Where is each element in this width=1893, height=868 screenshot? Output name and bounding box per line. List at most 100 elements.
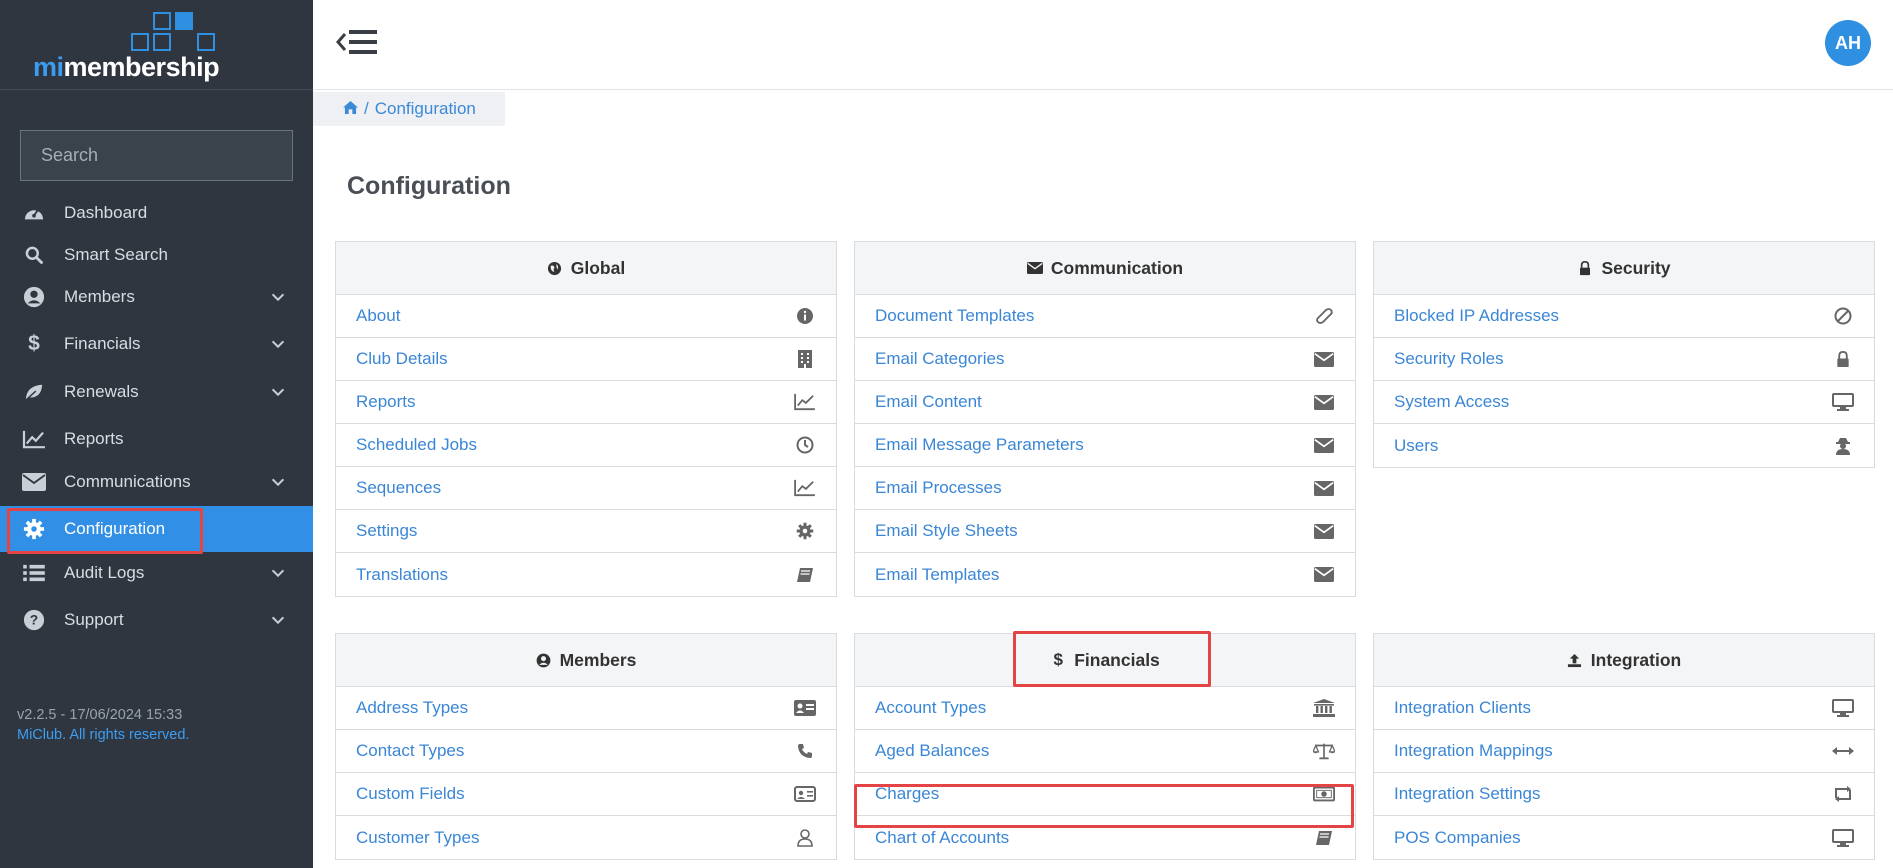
search-input[interactable] xyxy=(41,145,273,166)
nav-reports[interactable]: Reports xyxy=(0,416,313,462)
copyright-link[interactable]: MiClub. All rights reserved. xyxy=(17,727,189,743)
config-link-email-content[interactable]: Email Content xyxy=(855,381,1355,424)
config-link-sequences[interactable]: Sequences xyxy=(336,467,836,510)
svg-text:?: ? xyxy=(30,613,38,628)
nav-dashboard[interactable]: Dashboard xyxy=(0,190,313,236)
config-link-email-processes[interactable]: Email Processes xyxy=(855,467,1355,510)
panel-financials: $ Financials Account Types Aged Balances… xyxy=(854,633,1356,860)
desktop-icon xyxy=(1832,698,1854,718)
upload-icon xyxy=(1567,652,1583,668)
gear-icon xyxy=(22,518,46,540)
panel-header: Communication xyxy=(855,242,1355,295)
panel-header: Integration xyxy=(1374,634,1874,687)
line-chart-icon xyxy=(794,478,816,498)
nav-label: Support xyxy=(64,610,124,629)
config-link-contact-types[interactable]: Contact Types xyxy=(336,730,836,773)
logo-square xyxy=(131,33,149,51)
config-link-chart-of-accounts[interactable]: Chart of Accounts xyxy=(855,816,1355,859)
menu-toggle-icon[interactable] xyxy=(335,24,381,60)
desktop-icon xyxy=(1832,392,1854,412)
config-link-translations[interactable]: Translations xyxy=(336,553,836,596)
chevron-down-icon xyxy=(271,293,285,302)
id-card-icon xyxy=(794,784,816,804)
config-link-integration-mappings[interactable]: Integration Mappings xyxy=(1374,730,1874,773)
chevron-down-icon xyxy=(271,478,285,487)
config-link-pos-companies[interactable]: POS Companies xyxy=(1374,816,1874,859)
line-chart-icon xyxy=(794,392,816,412)
nav-configuration[interactable]: Configuration xyxy=(0,506,313,552)
envelope-icon xyxy=(1313,565,1335,585)
config-link-aged-balances[interactable]: Aged Balances xyxy=(855,730,1355,773)
version-text: v2.2.5 - 17/06/2024 15:33 xyxy=(17,707,183,723)
balance-scale-icon xyxy=(1313,741,1335,761)
user-secret-icon xyxy=(1832,436,1854,456)
panel-communication: Communication Document Templates Email C… xyxy=(854,241,1356,597)
config-link-address-types[interactable]: Address Types xyxy=(336,687,836,730)
config-link-system-access[interactable]: System Access xyxy=(1374,381,1874,424)
config-link-scheduled-jobs[interactable]: Scheduled Jobs xyxy=(336,424,836,467)
phone-icon xyxy=(794,741,816,761)
config-link-email-message-parameters[interactable]: Email Message Parameters xyxy=(855,424,1355,467)
nav-label: Communications xyxy=(64,472,191,491)
panel-header: Security xyxy=(1374,242,1874,295)
page-title: Configuration xyxy=(347,172,511,200)
nav-label: Configuration xyxy=(64,519,166,538)
config-link-about[interactable]: About xyxy=(336,295,836,338)
panel-members: Members Address Types Contact Types Cust… xyxy=(335,633,837,860)
nav-communications[interactable]: Communications xyxy=(0,459,313,505)
envelope-icon xyxy=(1313,392,1335,412)
chevron-down-icon xyxy=(271,616,285,625)
sidebar-search xyxy=(20,130,293,181)
config-link-reports[interactable]: Reports xyxy=(336,381,836,424)
nav-label: Members xyxy=(64,287,135,306)
config-link-account-types[interactable]: Account Types xyxy=(855,687,1355,730)
money-bill-icon xyxy=(1313,784,1335,804)
user-avatar[interactable]: AH xyxy=(1825,20,1871,66)
line-chart-icon xyxy=(22,428,46,450)
nav-financials[interactable]: $ Financials xyxy=(0,321,313,367)
gear-icon xyxy=(794,521,816,541)
nav-smart-search[interactable]: Smart Search xyxy=(0,232,313,278)
nav-renewals[interactable]: Renewals xyxy=(0,369,313,415)
nav-members[interactable]: Members xyxy=(0,274,313,320)
config-link-blocked-ip-addresses[interactable]: Blocked IP Addresses xyxy=(1374,295,1874,338)
chevron-down-icon xyxy=(271,569,285,578)
lock-icon xyxy=(1577,260,1593,276)
config-link-email-categories[interactable]: Email Categories xyxy=(855,338,1355,381)
config-link-email-templates[interactable]: Email Templates xyxy=(855,553,1355,596)
dollar-icon: $ xyxy=(28,332,40,355)
building-icon xyxy=(794,349,816,369)
panel-header: $ Financials xyxy=(855,634,1355,687)
breadcrumb-current[interactable]: Configuration xyxy=(375,99,476,119)
config-link-users[interactable]: Users xyxy=(1374,424,1874,467)
question-circle-icon: ? xyxy=(22,609,46,631)
config-link-customer-types[interactable]: Customer Types xyxy=(336,816,836,859)
breadcrumb: / Configuration xyxy=(313,92,505,126)
home-icon[interactable] xyxy=(343,99,358,119)
breadcrumb-separator: / xyxy=(364,99,369,118)
logo-text: mimembership xyxy=(33,52,220,82)
config-link-settings[interactable]: Settings xyxy=(336,510,836,553)
config-link-document-templates[interactable]: Document Templates xyxy=(855,295,1355,338)
config-link-security-roles[interactable]: Security Roles xyxy=(1374,338,1874,381)
logo-square xyxy=(175,12,193,30)
logo[interactable]: mimembership xyxy=(0,0,313,90)
leaf-icon xyxy=(22,381,46,403)
panel-global: Global About Club Details Reports Schedu… xyxy=(335,241,837,597)
config-link-club-details[interactable]: Club Details xyxy=(336,338,836,381)
config-link-charges[interactable]: Charges xyxy=(855,773,1355,816)
nav-label: Renewals xyxy=(64,382,139,401)
arrows-horizontal-icon xyxy=(1832,741,1854,761)
chevron-down-icon xyxy=(271,340,285,349)
nav-support[interactable]: ? Support xyxy=(0,597,313,643)
config-link-email-style-sheets[interactable]: Email Style Sheets xyxy=(855,510,1355,553)
nav-label: Dashboard xyxy=(64,203,148,222)
ban-icon xyxy=(1832,306,1854,326)
nav-label: Audit Logs xyxy=(64,563,145,582)
config-link-integration-settings[interactable]: Integration Settings xyxy=(1374,773,1874,816)
globe-icon xyxy=(547,260,563,276)
nav-audit-logs[interactable]: Audit Logs xyxy=(0,550,313,596)
list-icon xyxy=(22,562,46,584)
config-link-integration-clients[interactable]: Integration Clients xyxy=(1374,687,1874,730)
config-link-custom-fields[interactable]: Custom Fields xyxy=(336,773,836,816)
